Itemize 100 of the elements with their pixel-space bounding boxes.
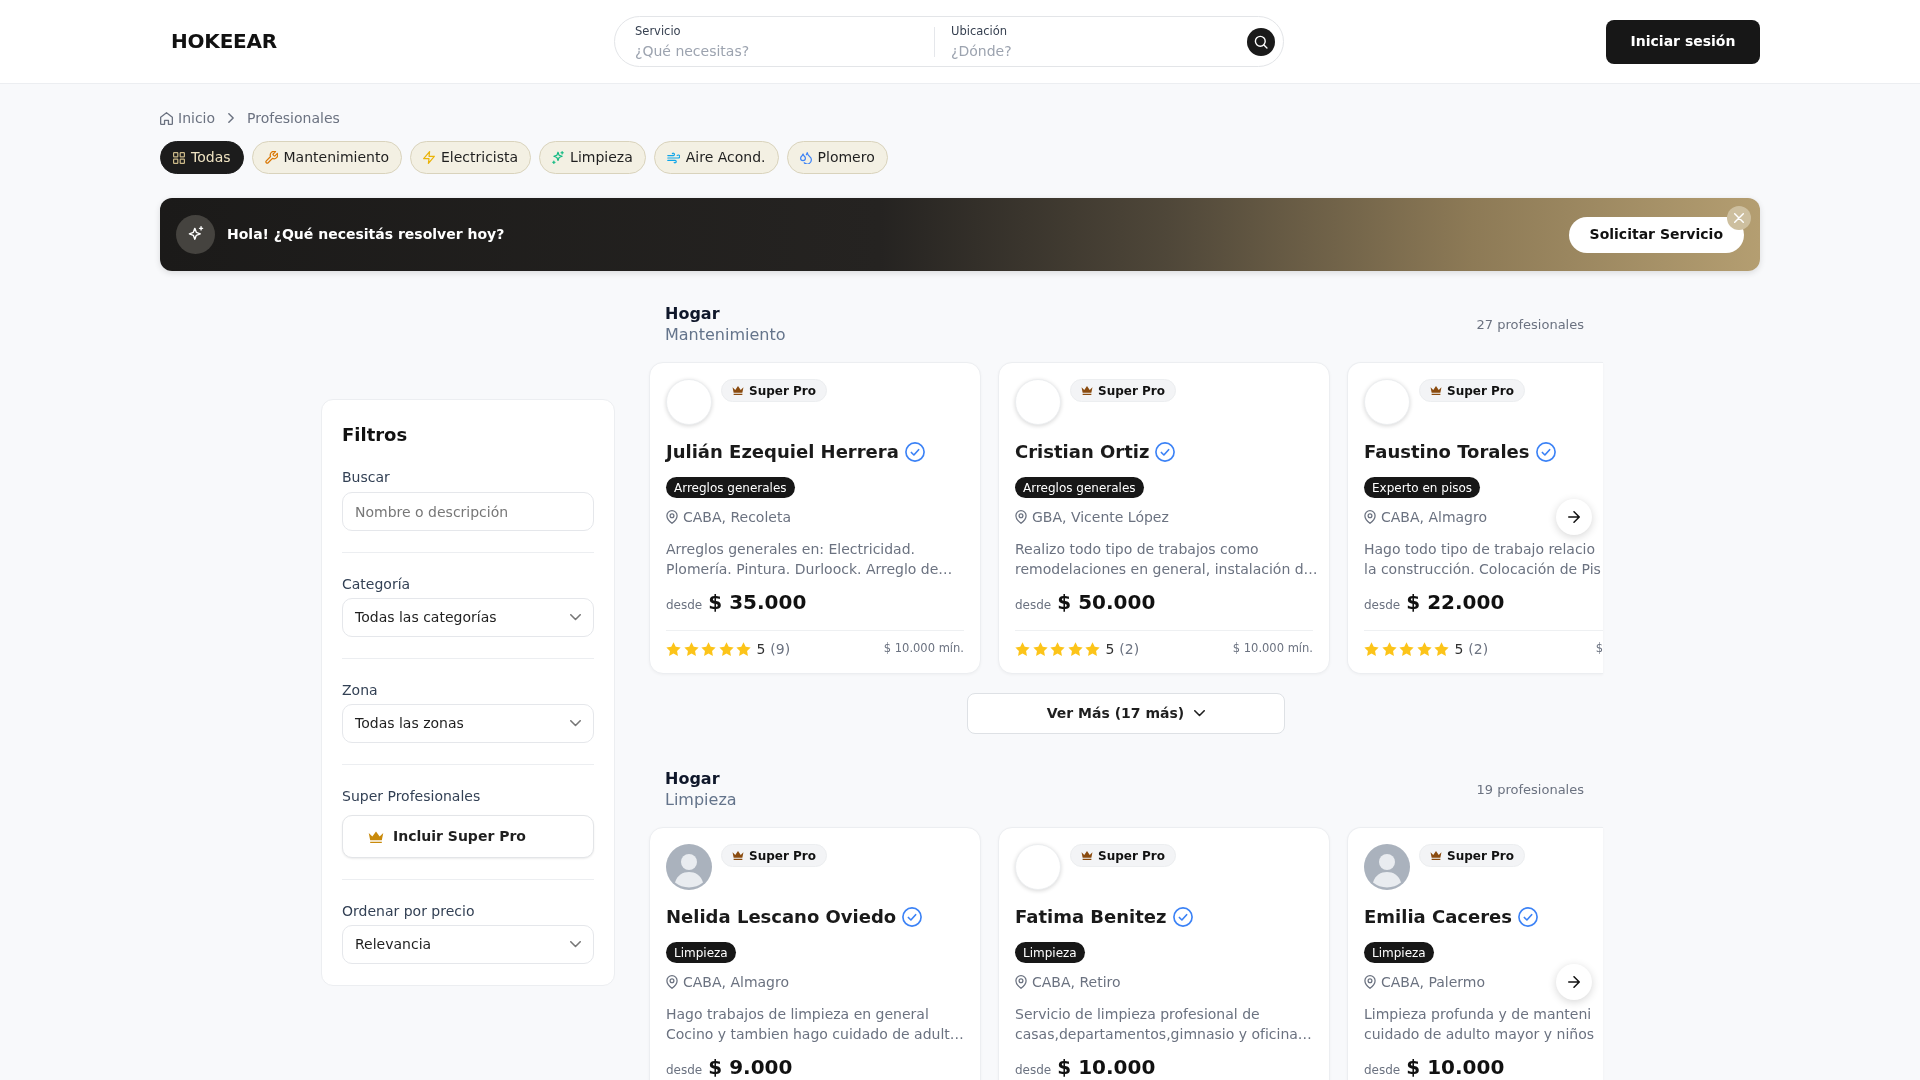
price-amount: $ 10.000 <box>1057 1054 1156 1080</box>
star-icon <box>1399 641 1415 657</box>
chevron-down-icon <box>570 614 581 621</box>
description-text: Hago trabajos de limpieza en general Cocino y tambien hago cuidado de adult… <box>666 1005 964 1044</box>
field-label: Zona <box>342 681 379 700</box>
location-text: CABA, Almagro <box>683 973 790 992</box>
chevron-down-icon <box>570 720 581 727</box>
search-input[interactable]: Nombre o descripción <box>342 492 594 531</box>
field-label: Servicio <box>635 23 681 38</box>
category-chip[interactable]: Limpieza <box>539 141 646 174</box>
super-pro-label: Super Pro <box>749 847 816 865</box>
price-prefix: desde <box>1015 597 1052 614</box>
rating-value: 5 <box>1454 639 1464 659</box>
close-button[interactable] <box>1727 206 1751 230</box>
result-count: 19 profesionales <box>1476 780 1584 799</box>
request-service-button[interactable]: Solicitar Servicio <box>1568 216 1744 253</box>
location-pin-icon <box>1015 510 1027 524</box>
rating-value: 5 <box>756 639 766 659</box>
location-pin-icon <box>666 975 678 989</box>
category-chip[interactable]: Electricista <box>409 141 532 174</box>
search-input[interactable]: ¿Dónde? <box>951 41 1239 60</box>
star-icon <box>736 641 752 657</box>
minimum-price: $ 10.000 mín. <box>1232 640 1313 658</box>
search-icon <box>1254 34 1268 49</box>
location-text: CABA, Recoleta <box>683 508 791 527</box>
breadcrumb-link[interactable]: Inicio <box>178 108 216 128</box>
star-icon <box>1015 641 1030 657</box>
professional-name: Fatima Benitez <box>1015 905 1167 929</box>
professional-name: Nelida Lescano Oviedo <box>666 905 897 929</box>
dropdown-select[interactable]: Todas las categorías <box>342 598 594 637</box>
price-amount: $ 35.000 <box>708 589 807 616</box>
description-text: Servicio de limpieza profesional de casas,departamentos,gimnasio y oficina… <box>1015 1005 1313 1044</box>
price-prefix: desde <box>666 597 703 614</box>
logo[interactable]: HOKEEAR <box>171 29 278 53</box>
super-pro-label: Super Pro <box>1447 382 1514 400</box>
arrow-right-icon <box>1568 976 1580 988</box>
price-prefix: desde <box>1015 1062 1052 1079</box>
super-pro-label: Super Pro <box>749 382 816 400</box>
review-count: (2) <box>1468 639 1489 659</box>
star-icon <box>666 641 681 657</box>
show-more-button[interactable]: Ver Más (17 más) <box>967 693 1285 734</box>
category-chip[interactable]: Aire Acond. <box>653 141 779 174</box>
star-icon <box>1364 641 1379 657</box>
minimum-price: $ 10.000 mín. <box>883 640 964 658</box>
price-prefix: desde <box>1364 1062 1401 1079</box>
sparkles-icon <box>552 151 565 164</box>
crown-icon <box>1430 385 1442 396</box>
category-chip[interactable]: Mantenimiento <box>251 141 402 174</box>
search-button[interactable] <box>1247 27 1275 56</box>
dropdown-select[interactable]: Relevancia <box>342 925 594 964</box>
description-text: Hago todo tipo de trabajo relacio la construcción. Colocación de Pis <box>1364 540 1602 579</box>
field-label: Buscar <box>342 468 391 487</box>
professional-name: Cristian Ortiz <box>1015 440 1150 464</box>
close-icon <box>1734 213 1744 223</box>
dropdown-select[interactable]: Todas las zonas <box>342 704 594 743</box>
category-chip[interactable]: Todas <box>160 141 244 174</box>
result-count: 27 profesionales <box>1476 315 1584 334</box>
star-icon <box>701 641 717 657</box>
professional-name: Julián Ezequiel Herrera <box>666 440 899 464</box>
crown-icon <box>1081 385 1093 396</box>
banner-message: Hola! ¿Qué necesitás resolver hoy? <box>227 225 505 244</box>
professional-name: Faustino Torales <box>1364 440 1530 464</box>
location-text: CABA, Almagro <box>1381 508 1488 527</box>
chevron-right-icon <box>228 113 235 123</box>
section-title: Hogar <box>665 768 721 789</box>
sparkles-icon <box>176 215 215 254</box>
category-chip[interactable]: Plomero <box>786 141 888 174</box>
super-pro-toggle[interactable]: Incluir Super Pro <box>342 815 594 858</box>
specialty-tag: Limpieza <box>1015 942 1085 963</box>
specialty-tag: Arreglos generales <box>1015 477 1144 498</box>
star-icon <box>718 641 734 657</box>
review-count: (2) <box>1119 639 1140 659</box>
star-icon <box>1067 641 1083 657</box>
price-prefix: desde <box>666 1062 703 1079</box>
crown-icon <box>732 850 744 861</box>
login-button[interactable]: Iniciar sesión <box>1606 19 1760 64</box>
description-text: Limpieza profunda y de manteni cuidado de adulto mayor y niños <box>1364 1005 1595 1044</box>
crown-icon <box>1081 850 1093 861</box>
location-pin-icon <box>1364 975 1376 989</box>
specialty-tag: Experto en pisos <box>1364 477 1481 498</box>
price-amount: $ 50.000 <box>1057 589 1156 616</box>
specialty-tag: Arreglos generales <box>666 477 795 498</box>
star-icon <box>683 641 699 657</box>
breadcrumb-current: Profesionales <box>247 109 340 128</box>
panel-title: Filtros <box>342 423 409 447</box>
search-input[interactable]: ¿Qué necesitas? <box>635 41 918 60</box>
field-label: Super Profesionales <box>342 787 482 806</box>
location-pin-icon <box>666 510 678 524</box>
star-icon <box>1050 641 1066 657</box>
price-prefix: desde <box>1364 597 1401 614</box>
section-subtitle: Mantenimiento <box>665 324 786 346</box>
field-label: Ordenar por precio <box>342 902 476 921</box>
home-icon <box>160 111 173 125</box>
specialty-tag: Limpieza <box>666 942 736 963</box>
price-amount: $ 10.000 <box>1406 1054 1505 1080</box>
field-label: Categoría <box>342 575 412 594</box>
location-pin-icon <box>1015 975 1027 989</box>
price-amount: $ 22.000 <box>1406 589 1505 616</box>
location-text: CABA, Retiro <box>1032 973 1121 992</box>
lightning-icon <box>422 151 435 164</box>
